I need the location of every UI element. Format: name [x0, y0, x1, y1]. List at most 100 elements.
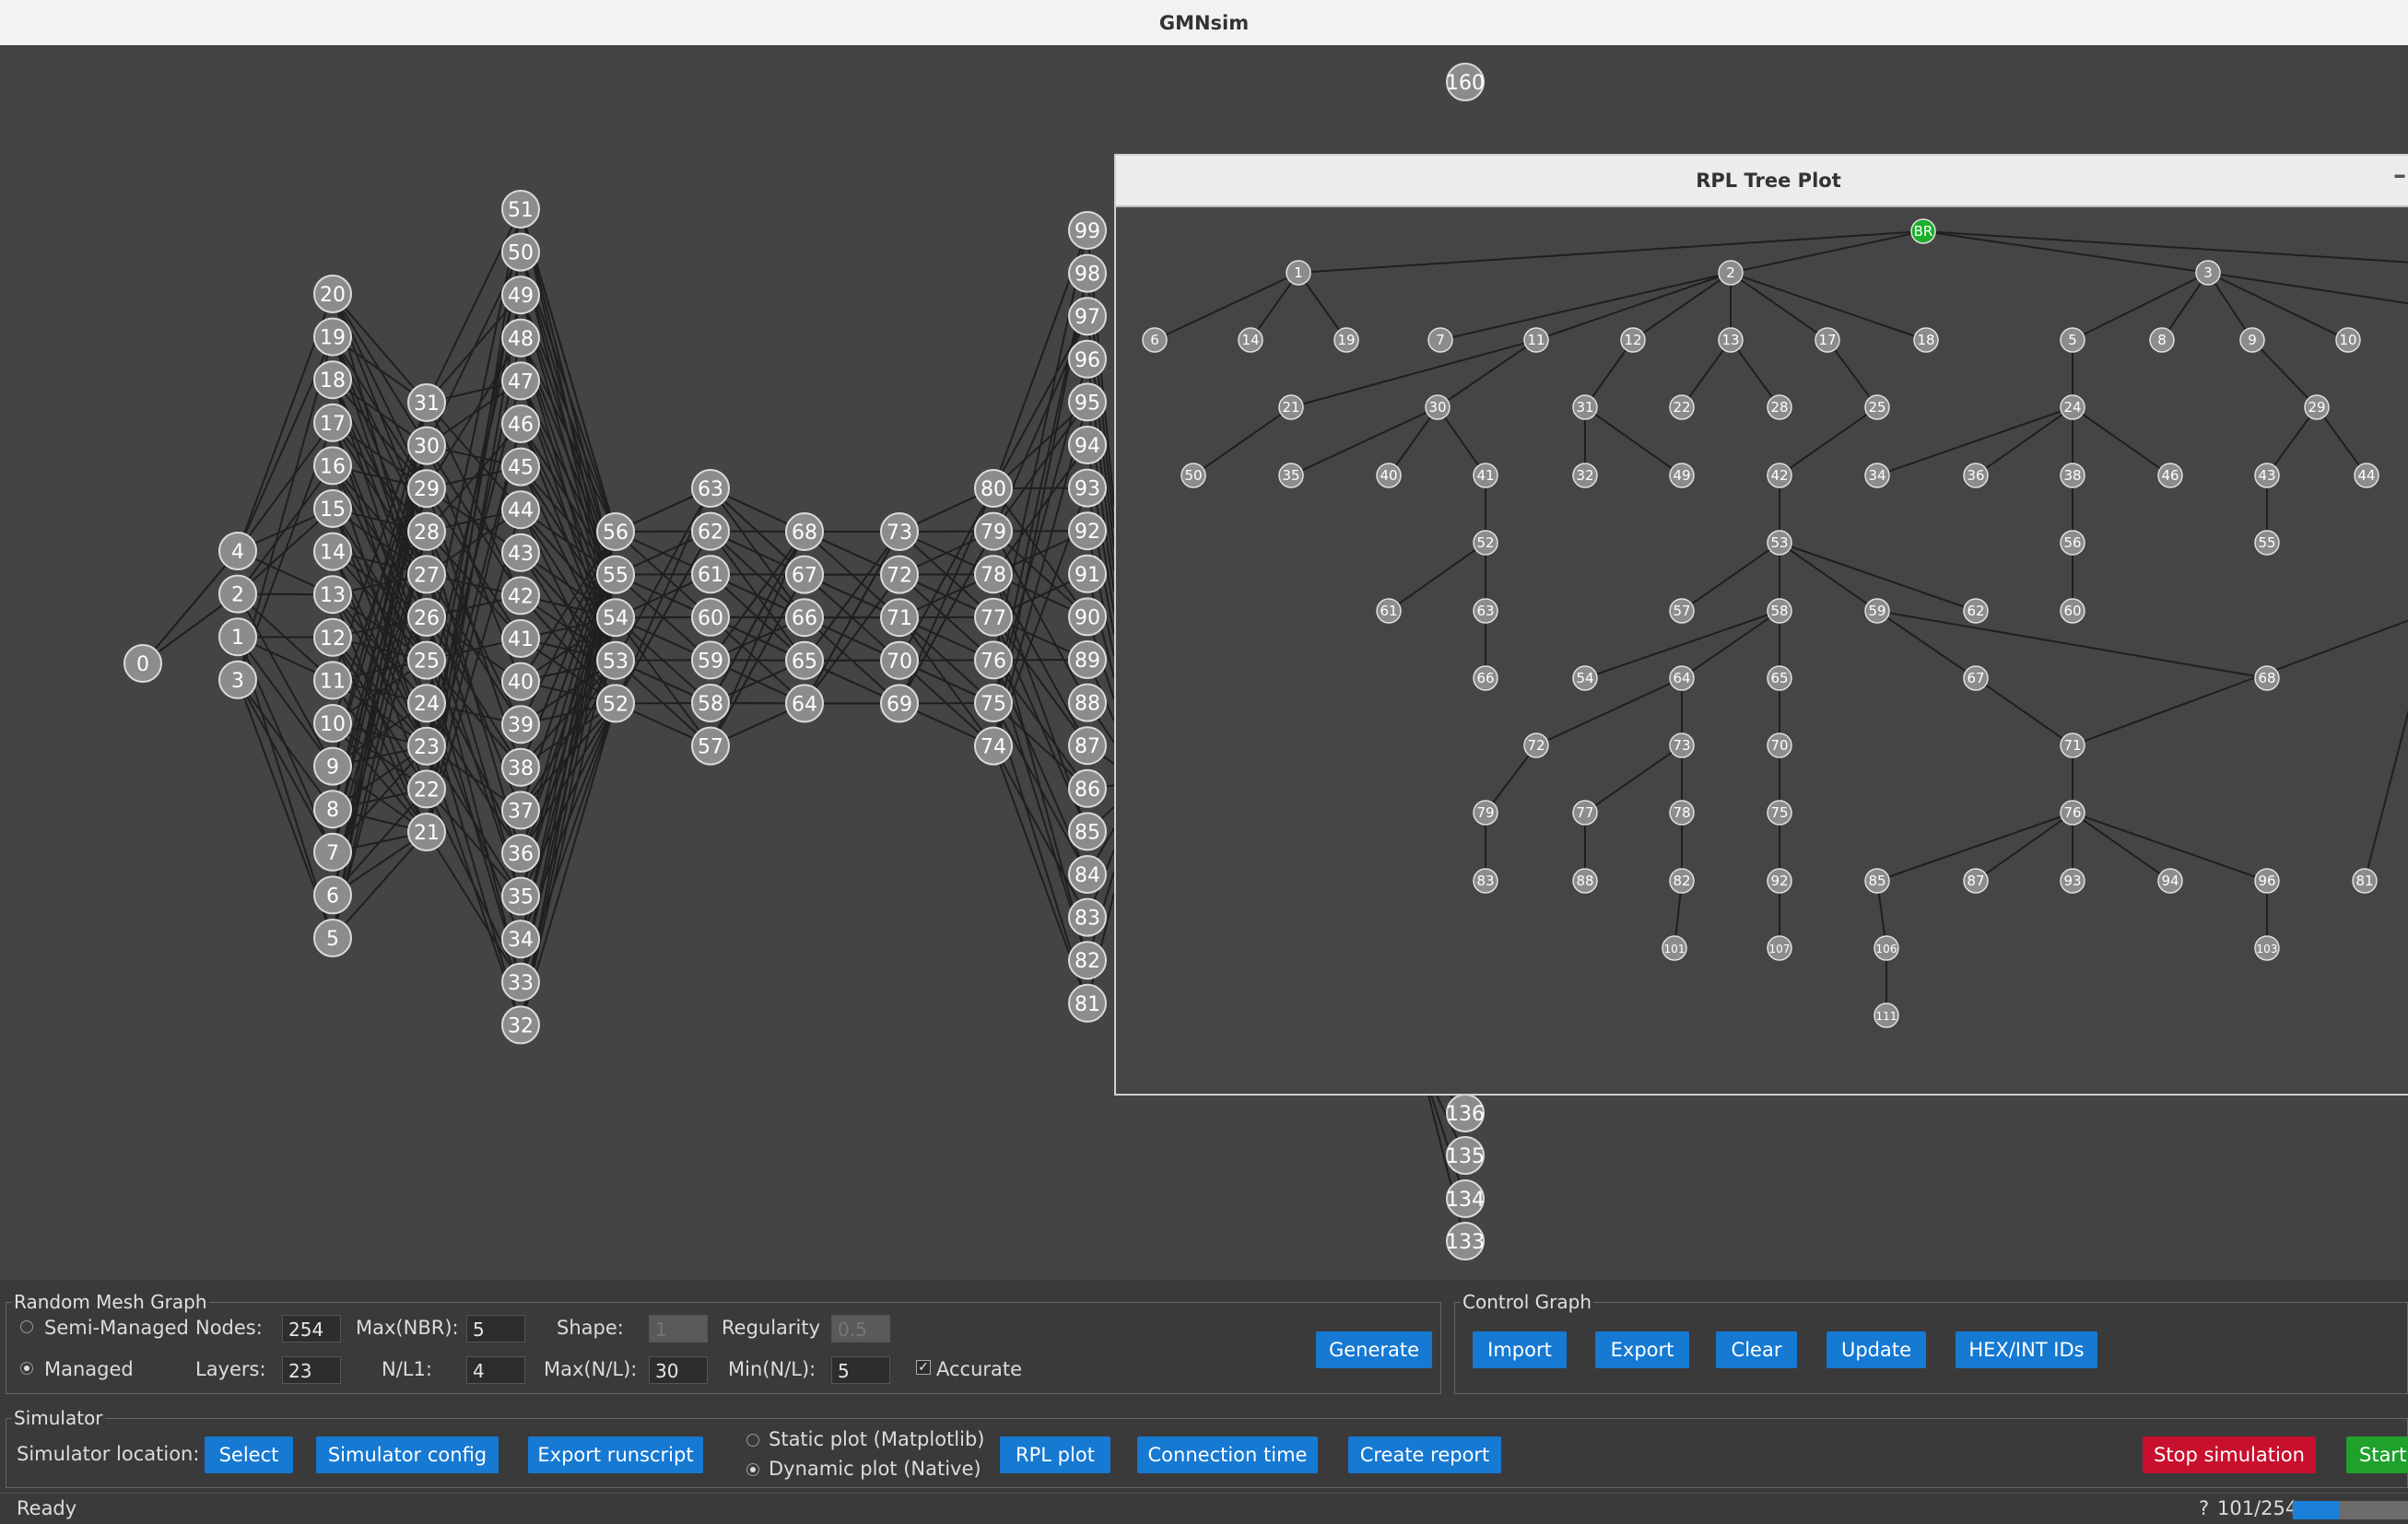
tree-node[interactable]: 34 [1865, 463, 1889, 487]
tree-node[interactable]: 25 [1865, 395, 1889, 419]
tree-node[interactable]: 52 [1474, 531, 1498, 555]
tree-node[interactable]: 17 [1815, 328, 1839, 352]
tree-node[interactable]: 2 [1719, 261, 1743, 285]
mesh-node[interactable]: 25 [408, 642, 445, 679]
tree-node[interactable]: 40 [1377, 463, 1401, 487]
tree-node[interactable]: 88 [1573, 869, 1597, 893]
mesh-node[interactable]: 18 [314, 361, 351, 398]
tree-node[interactable]: 55 [2255, 531, 2279, 555]
tree-node[interactable]: 57 [1670, 599, 1694, 623]
tree-node[interactable]: 11 [1524, 328, 1548, 352]
mesh-node[interactable]: 93 [1069, 470, 1106, 507]
mesh-node[interactable]: 97 [1069, 298, 1106, 334]
mesh-node[interactable]: 80 [975, 470, 1012, 507]
mesh-graph-canvas[interactable]: 0421320191817161514131211109876531302928… [0, 45, 2408, 1280]
mesh-node[interactable]: 30 [408, 428, 445, 464]
mesh-node[interactable]: 83 [1069, 899, 1106, 936]
tree-node[interactable]: 28 [1768, 395, 1791, 419]
mesh-node[interactable]: 65 [786, 642, 823, 679]
mesh-node[interactable]: 47 [502, 362, 539, 399]
tree-node[interactable]: 32 [1573, 463, 1597, 487]
tree-node[interactable]: 73 [1670, 733, 1694, 757]
tree-node[interactable]: 42 [1768, 463, 1791, 487]
hexint-button[interactable]: HEX/INT IDs [1956, 1331, 2097, 1368]
mesh-node[interactable]: 35 [502, 878, 539, 915]
rpl-window-titlebar[interactable]: RPL Tree Plot – [1116, 156, 2408, 207]
tree-node[interactable]: 9 [2240, 328, 2264, 352]
mesh-node[interactable]: 51 [502, 191, 539, 228]
mesh-node[interactable]: 14 [314, 533, 351, 570]
mesh-node[interactable]: 76 [975, 641, 1012, 678]
mesh-node[interactable]: 15 [314, 490, 351, 527]
tree-node[interactable]: 3 [2196, 261, 2220, 285]
nl1-field[interactable]: 4 [466, 1356, 525, 1384]
tree-node[interactable]: 31 [1573, 395, 1597, 419]
static-plot-radio[interactable] [746, 1434, 759, 1447]
minimize-icon[interactable]: – [2393, 159, 2406, 190]
tree-node[interactable]: 70 [1768, 733, 1791, 757]
clear-button[interactable]: Clear [1716, 1331, 1797, 1368]
accurate-checkbox[interactable]: ✓ [916, 1360, 931, 1375]
tree-node[interactable]: 71 [2061, 733, 2085, 757]
tree-node[interactable]: 85 [1865, 869, 1889, 893]
mesh-node[interactable]: 59 [692, 641, 729, 678]
mesh-node[interactable]: 16 [314, 447, 351, 484]
tree-node[interactable]: 65 [1768, 666, 1791, 690]
tree-node[interactable]: 13 [1719, 328, 1743, 352]
mesh-node[interactable]: 98 [1069, 255, 1106, 292]
mesh-node[interactable]: 33 [502, 964, 539, 1001]
tree-node[interactable]: 24 [2061, 395, 2085, 419]
tree-node[interactable]: 44 [2355, 463, 2379, 487]
mesh-node[interactable]: 96 [1069, 341, 1106, 378]
mesh-node[interactable]: 71 [881, 599, 918, 636]
mesh-node[interactable]: 49 [502, 276, 539, 313]
tree-node[interactable]: 56 [2061, 531, 2085, 555]
mesh-node[interactable]: 42 [502, 577, 539, 614]
mesh-node[interactable]: 0 [124, 645, 161, 682]
mesh-node[interactable]: 9 [314, 748, 351, 785]
mesh-node[interactable]: 20 [314, 275, 351, 312]
mesh-node[interactable]: 36 [502, 835, 539, 872]
tree-node[interactable]: 18 [1914, 328, 1938, 352]
mesh-node[interactable]: 74 [975, 728, 1012, 765]
mesh-node[interactable]: 6 [314, 876, 351, 913]
tree-node[interactable]: 64 [1670, 666, 1694, 690]
tree-node[interactable]: 101 [1662, 936, 1686, 960]
rpl-plot-button[interactable]: RPL plot [1000, 1436, 1110, 1473]
mesh-node[interactable]: 78 [975, 556, 1012, 592]
mesh-node[interactable]: 88 [1069, 685, 1106, 721]
tree-node[interactable]: 50 [1181, 463, 1205, 487]
mesh-node[interactable]: 22 [408, 770, 445, 807]
tree-node[interactable]: 60 [2061, 599, 2085, 623]
tree-node[interactable]: 1 [1286, 261, 1310, 285]
tree-node[interactable]: 76 [2061, 801, 2085, 825]
tree-node[interactable]: 83 [1474, 869, 1498, 893]
tree-node[interactable]: 49 [1670, 463, 1694, 487]
mesh-node[interactable]: 46 [502, 405, 539, 442]
mesh-node[interactable]: 3 [219, 662, 256, 698]
mesh-node[interactable]: 91 [1069, 556, 1106, 592]
mesh-node[interactable]: 89 [1069, 641, 1106, 678]
mesh-node[interactable]: 31 [408, 384, 445, 421]
tree-node[interactable]: 38 [2061, 463, 2085, 487]
mesh-node[interactable]: 75 [975, 685, 1012, 721]
mesh-node[interactable]: 67 [786, 557, 823, 593]
tree-node[interactable]: 67 [1964, 666, 1988, 690]
mesh-node[interactable]: 7 [314, 834, 351, 871]
start-button[interactable]: Start [2346, 1436, 2408, 1473]
mesh-node[interactable]: 34 [502, 920, 539, 957]
mesh-node[interactable]: 136 [1446, 1095, 1485, 1131]
mesh-node[interactable]: 50 [502, 234, 539, 271]
tree-node[interactable]: 106 [1874, 936, 1898, 960]
layers-field[interactable]: 23 [282, 1356, 341, 1384]
tree-node[interactable]: 62 [1964, 599, 1988, 623]
mesh-node[interactable]: 29 [408, 470, 445, 507]
mesh-node[interactable]: 77 [975, 599, 1012, 636]
mesh-node[interactable]: 60 [692, 599, 729, 636]
update-button[interactable]: Update [1827, 1331, 1926, 1368]
mesh-node[interactable]: 52 [597, 685, 634, 721]
create-report-button[interactable]: Create report [1348, 1436, 1501, 1473]
generate-button[interactable]: Generate [1316, 1331, 1432, 1368]
tree-node[interactable]: 92 [1768, 869, 1791, 893]
rpl-tree-window[interactable]: RPL Tree Plot – BR1236141971112131718589… [1114, 154, 2408, 1096]
